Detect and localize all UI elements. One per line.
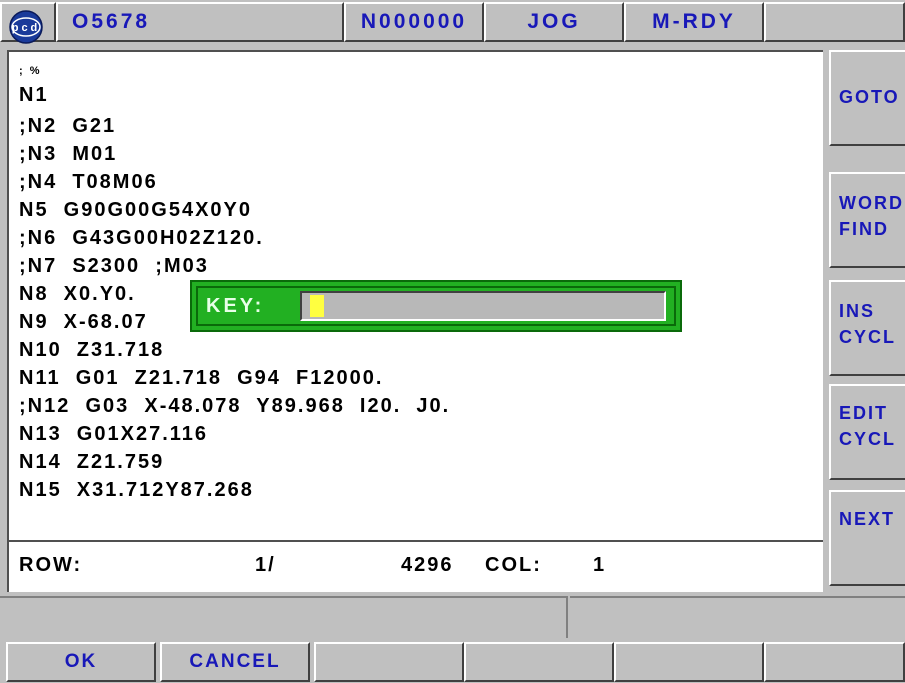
header-blank-cell [764,2,905,42]
code-line[interactable]: ;N7 S2300 ;M03 [19,253,209,279]
program-number: O5678 [56,2,344,42]
pcd-logo-icon: pcd [9,10,43,44]
softkey-next[interactable]: NEXT [829,490,905,586]
softkey-word-find[interactable]: WORD FIND [829,172,905,268]
code-line[interactable]: ;N4 T08M06 [19,169,158,195]
code-line[interactable]: ;N12 G03 X-48.078 Y89.968 I20. J0. [19,393,450,419]
code-line[interactable]: N14 Z21.759 [19,449,164,475]
code-line[interactable]: N1 [19,82,49,108]
machine-status: M-RDY [624,2,764,42]
cancel-button[interactable]: CANCEL [160,642,310,682]
code-line[interactable]: N8 X0.Y0. [19,281,136,307]
code-line[interactable]: N9 X-68.07 [19,309,148,335]
bottom-softkey-6[interactable] [764,642,905,682]
svg-text:pcd: pcd [12,22,41,34]
message-bar-right [570,596,905,638]
cursor-position-row: ROW: 1/ 4296 COL: 1 [7,540,823,592]
logo-cell: pcd [0,2,56,44]
softkey-label: FIND [839,219,889,239]
key-input-dialog: KEY: [190,280,682,332]
key-input-field[interactable] [300,291,666,321]
key-label: KEY: [206,295,265,317]
softkey-ins-cycl[interactable]: INS CYCL [829,280,905,376]
softkey-goto[interactable]: GOTO [829,50,905,146]
code-line[interactable]: ; % [19,58,42,84]
mode-indicator: JOG [484,2,624,42]
code-line[interactable]: N11 G01 Z21.718 G94 F12000. [19,365,383,391]
code-line[interactable]: N15 X31.712Y87.268 [19,477,254,503]
softkey-label: GOTO [839,87,900,107]
softkey-label: CYCL [839,429,896,449]
softkey-edit-cycl[interactable]: EDIT CYCL [829,384,905,480]
code-line[interactable]: N13 G01X27.116 [19,421,208,447]
code-line[interactable]: ;N6 G43G00H02Z120. [19,225,264,251]
softkey-label: EDIT [839,403,889,423]
bottom-softkey-5[interactable] [614,642,764,682]
code-line[interactable]: N10 Z31.718 [19,337,164,363]
bottom-softkey-3[interactable] [314,642,464,682]
softkey-label: NEXT [839,509,896,529]
message-bar-left [0,596,568,638]
code-line[interactable]: ;N2 G21 [19,113,116,139]
softkey-label: WORD [839,193,904,213]
sequence-number: N000000 [344,2,484,42]
col-label: COL: [485,554,542,576]
col-value: 1 [593,554,607,576]
header-bar: pcd O5678 N000000 JOG M-RDY [0,0,905,46]
row-total: 4296 [401,554,454,576]
row-label: ROW: [19,554,83,576]
row-value: 1/ [255,554,276,576]
text-cursor [310,295,324,317]
softkey-label: CYCL [839,327,896,347]
ok-button[interactable]: OK [6,642,156,682]
bottom-softkey-4[interactable] [464,642,614,682]
code-line[interactable]: ;N3 M01 [19,141,117,167]
softkey-label: INS [839,301,876,321]
code-line[interactable]: N5 G90G00G54X0Y0 [19,197,252,223]
